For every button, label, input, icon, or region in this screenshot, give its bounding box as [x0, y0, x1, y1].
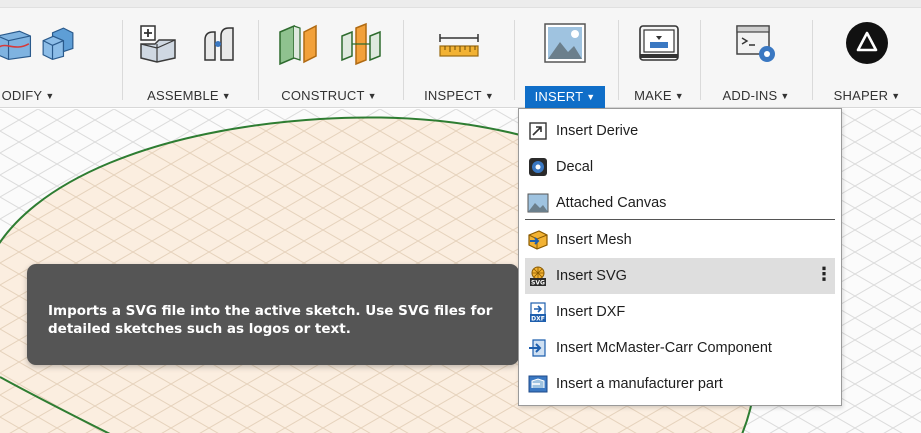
menu-item-label: Insert Mesh [556, 232, 632, 248]
toolbar-group-modify[interactable]: ODIFY ▼ [0, 8, 76, 108]
menu-item-insert-mesh[interactable]: Insert Mesh [519, 222, 841, 258]
ribbon-toolbar: ODIFY ▼ ASSEMBLE ▼ CONSTRUCT ▼ INSPECT ▼… [0, 0, 921, 108]
attached-canvas-icon [527, 192, 549, 214]
menu-item-label: Insert McMaster-Carr Component [556, 340, 772, 356]
menu-item-decal[interactable]: Decal [519, 149, 841, 185]
toolbar-group-inspect[interactable]: INSPECT ▼ [404, 8, 514, 108]
insert-menu-button[interactable]: INSERT ▼ [524, 86, 606, 108]
tooltip-text: Imports a SVG file into the active sketc… [48, 303, 493, 337]
toolbar-group-insert[interactable]: INSERT ▼ [515, 8, 615, 108]
menu-item-label: Insert DXF [556, 304, 626, 320]
toolbar-group-shaper[interactable]: SHAPER ▼ [813, 8, 921, 108]
caret-down-icon: ▼ [586, 92, 596, 102]
insert-derive-icon [527, 120, 549, 142]
toolbar-group-label: ADD-INS [722, 88, 778, 103]
manufacturer-part-icon [527, 373, 549, 395]
combine-icon[interactable] [40, 20, 76, 66]
toolbar-group-label: INSPECT [424, 88, 482, 103]
insert-image-icon[interactable] [542, 20, 588, 66]
svg-text:SVG: SVG [531, 280, 545, 287]
mcmaster-carr-icon [527, 337, 549, 359]
measure-icon[interactable] [436, 20, 482, 66]
midplane-icon[interactable] [338, 20, 384, 66]
toolbar-group-label: INSERT [534, 89, 584, 104]
toolbar-group-label: ODIFY [1, 88, 43, 103]
press-pull-icon[interactable] [0, 20, 32, 66]
caret-down-icon: ▼ [891, 91, 901, 101]
caret-down-icon: ▼ [45, 91, 55, 101]
caret-down-icon: ▼ [484, 91, 494, 101]
menu-item-label: Decal [556, 159, 594, 175]
menu-item-insert-svg[interactable]: SVG Insert SVG ⋮ [525, 258, 835, 294]
tooltip: Imports a SVG file into the active sketc… [27, 264, 519, 365]
menu-item-insert-manufacturer-part[interactable]: Insert a manufacturer part [519, 366, 841, 402]
joint-icon[interactable] [197, 20, 243, 66]
decal-icon [527, 156, 549, 178]
menu-item-insert-dxf[interactable]: DXF Insert DXF [519, 294, 841, 330]
toolbar-group-label: MAKE [634, 88, 672, 103]
toolbar-group-assemble[interactable]: ASSEMBLE ▼ [123, 8, 255, 108]
insert-svg-icon: SVG [527, 265, 549, 287]
insert-dxf-icon: DXF [527, 301, 549, 323]
more-options-icon[interactable]: ⋮ [815, 265, 833, 283]
toolbar-top-strip [0, 0, 921, 8]
menu-item-label: Insert a manufacturer part [556, 376, 723, 392]
menu-item-label: Attached Canvas [556, 195, 667, 211]
toolbar-group-add-ins[interactable]: ADD-INS ▼ [701, 8, 811, 108]
new-component-icon[interactable] [135, 20, 181, 66]
menu-item-label: Insert Derive [556, 123, 639, 139]
caret-down-icon: ▼ [367, 91, 377, 101]
caret-down-icon: ▼ [780, 91, 790, 101]
menu-item-attached-canvas[interactable]: Attached Canvas [519, 185, 841, 221]
scripts-and-add-ins-icon[interactable] [733, 20, 779, 66]
menu-item-insert-derive[interactable]: Insert Derive [519, 113, 841, 149]
shaper-icon[interactable] [844, 20, 890, 66]
caret-down-icon: ▼ [221, 91, 231, 101]
svg-text:DXF: DXF [531, 316, 545, 323]
caret-down-icon: ▼ [674, 91, 684, 101]
3d-print-icon[interactable] [636, 20, 682, 66]
toolbar-group-label: SHAPER [833, 88, 889, 103]
menu-item-insert-mcmaster-carr[interactable]: Insert McMaster-Carr Component [519, 330, 841, 366]
toolbar-group-construct[interactable]: CONSTRUCT ▼ [259, 8, 399, 108]
toolbar-group-label: ASSEMBLE [147, 88, 219, 103]
menu-item-label: Insert SVG [556, 268, 627, 284]
offset-plane-icon[interactable] [274, 20, 320, 66]
menu-divider [525, 219, 835, 220]
toolbar-group-label: CONSTRUCT [281, 88, 365, 103]
toolbar-group-make[interactable]: MAKE ▼ [619, 8, 699, 108]
insert-dropdown-menu: Insert Derive Decal Attached Canvas Inse… [518, 108, 842, 406]
insert-mesh-icon [527, 229, 549, 251]
